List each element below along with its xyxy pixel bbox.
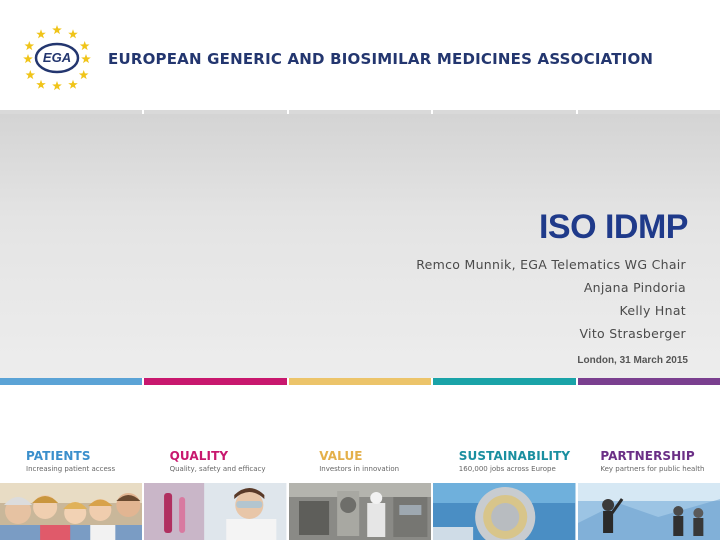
logo-star [81,54,91,64]
author-line: Kelly Hnat [619,303,686,318]
euro-coin-photo [433,483,576,540]
lab-scientist-photo [144,483,287,540]
pillar-subtitle: Investors in innovation [319,465,400,473]
author-line: Vito Strasberger [579,326,686,341]
author-line: Anjana Pindoria [583,280,686,295]
pillar-quality: QUALITY Quality, safety and efficacy [146,448,290,482]
pillar-subtitle: 160,000 jobs across Europe [458,465,556,473]
stripe-segment [144,378,287,385]
logo-star [68,29,78,39]
pillar-title: QUALITY [169,449,229,463]
logo-star [23,54,33,64]
pillar-value: VALUE Investors in innovation [289,448,439,482]
pillar-subtitle: Quality, safety and efficacy [169,465,266,473]
pillar-title: PATIENTS [26,449,91,463]
business-people-photo [577,483,720,540]
author-line: Remco Munnik, EGA Telematics WG Chair [416,257,686,272]
pillar-title: VALUE [319,449,363,463]
stripe-segment [433,378,576,385]
logo-star [25,70,36,80]
stripe-segment [0,378,143,385]
pillar-headings: PATIENTS Increasing patient access QUALI… [0,448,720,482]
logo-star [78,70,89,80]
logo-star [68,79,78,89]
ega-logo: EGA [23,25,91,91]
color-stripe [0,378,720,385]
logo-star [52,81,62,91]
logo-star [79,41,90,51]
logo-star [52,25,62,35]
pillar-partnership: PARTNERSHIP Key partners for public heal… [578,448,720,482]
pillar-subtitle: Key partners for public health [600,465,705,473]
logo-text: EGA [43,50,71,65]
stripe-segment [288,378,432,385]
stripe-segment [577,378,720,385]
logo-star [36,29,46,39]
slide-title: ISO IDMP [538,208,689,246]
pillar-sustainability: SUSTAINABILITY 160,000 jobs across Europ… [439,448,579,482]
manufacturing-photo [288,483,432,540]
logo-star [24,41,35,51]
author-list: Remco Munnik, EGA Telematics WG Chair An… [416,256,686,348]
organization-name: EUROPEAN GENERIC AND BIOSIMILAR MEDICINE… [108,50,654,68]
pillar-title: SUSTAINABILITY [458,449,571,463]
presentation-date: London, 31 March 2015 [577,355,688,366]
pillar-patients: PATIENTS Increasing patient access [0,448,146,482]
logo-star [36,79,46,89]
family-photo [0,483,143,540]
pillar-subtitle: Increasing patient access [26,465,116,473]
slide-header: EGA EUROPEAN GENERIC AND BIOSIMILAR MEDI… [0,0,720,112]
pillar-title: PARTNERSHIP [600,449,695,463]
photo-strip [0,483,720,540]
